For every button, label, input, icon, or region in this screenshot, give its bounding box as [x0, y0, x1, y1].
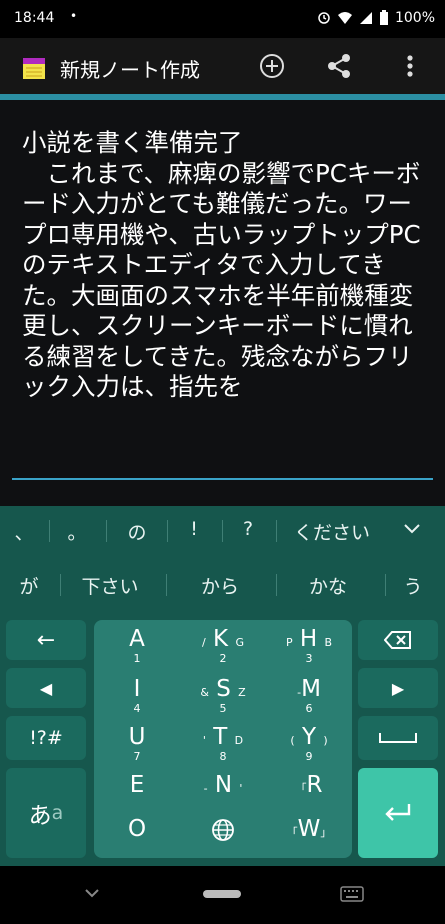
space-key[interactable]: [358, 716, 438, 760]
suggestion[interactable]: !: [184, 518, 204, 540]
notification-dot: •: [70, 9, 78, 23]
key-o[interactable]: O: [94, 816, 180, 856]
keyboard-icon[interactable]: [340, 886, 364, 902]
note-icon: [23, 58, 45, 79]
cursor-left-key[interactable]: ◀: [6, 668, 86, 708]
status-bar: 18:44 • 100%: [0, 0, 445, 38]
home-pill[interactable]: [203, 890, 241, 898]
wifi-icon: [337, 12, 352, 24]
suggestion[interactable]: から: [180, 572, 260, 599]
suggestion[interactable]: 。: [66, 518, 88, 545]
suggestion-row-2: が 下さい から かな う: [0, 560, 445, 608]
suggestion[interactable]: 、: [14, 518, 34, 545]
key-e[interactable]: E: [94, 772, 180, 812]
mode-main-label: あ: [28, 803, 52, 829]
editor-underline: [12, 478, 433, 480]
suggestion[interactable]: う: [396, 572, 430, 599]
key-k[interactable]: / K G 2: [180, 626, 266, 676]
chevron-down-icon[interactable]: [84, 888, 100, 900]
share-icon[interactable]: [325, 52, 353, 80]
enter-icon: [385, 804, 411, 821]
backspace-arrow-key[interactable]: ←: [6, 620, 86, 660]
enter-key[interactable]: [358, 768, 438, 858]
mode-sub-label: a: [51, 802, 64, 824]
page-title: 新規ノート作成: [60, 58, 200, 82]
key-m[interactable]: -M 6: [266, 676, 352, 722]
note-editor[interactable]: 小説を書く準備完了 これまで、麻痺の影響でPCキーボード入力がとても難儀だった。…: [0, 100, 445, 506]
note-text[interactable]: 小説を書く準備完了 これまで、麻痺の影響でPCキーボード入力がとても難儀だった。…: [22, 128, 422, 403]
delete-icon: [384, 631, 411, 649]
cursor-right-key[interactable]: ▶: [358, 668, 438, 708]
space-icon: [379, 733, 417, 743]
key-i[interactable]: I4: [94, 676, 180, 722]
suggestion[interactable]: ください: [282, 518, 382, 545]
suggestion[interactable]: ?: [238, 518, 258, 540]
chevron-down-icon[interactable]: [402, 522, 422, 536]
battery-icon: [379, 10, 388, 25]
delete-key[interactable]: [358, 620, 438, 660]
status-time: 18:44: [14, 10, 55, 26]
add-circle-icon[interactable]: [258, 52, 286, 80]
suggestion[interactable]: の: [122, 518, 152, 545]
globe-key[interactable]: [180, 818, 266, 858]
symbols-key[interactable]: !?#: [6, 716, 86, 760]
key-a[interactable]: A1: [94, 626, 180, 676]
key-u[interactable]: U7: [94, 724, 180, 770]
key-n[interactable]: - N ': [180, 772, 266, 812]
more-vert-icon[interactable]: [396, 52, 424, 80]
key-h[interactable]: P H B 3: [266, 626, 352, 676]
input-mode-key[interactable]: あ a: [6, 768, 86, 858]
suggestion-row-1: 、 。 の ! ? ください: [0, 506, 445, 554]
battery-percent: 100%: [394, 10, 435, 26]
navigation-bar: [0, 866, 445, 924]
signal-icon: [359, 12, 372, 24]
suggestion[interactable]: 下さい: [70, 572, 150, 599]
key-t[interactable]: ' T D 8: [180, 724, 266, 770]
suggestion[interactable]: かな: [288, 572, 368, 599]
alarm-icon: [318, 12, 330, 24]
key-r[interactable]: 「R: [266, 772, 352, 812]
globe-icon: [212, 819, 234, 841]
key-w[interactable]: 「W」: [266, 816, 352, 856]
key-s[interactable]: & S Z 5: [180, 676, 266, 722]
key-y[interactable]: ( Y ) 9: [266, 724, 352, 770]
app-bar: 新規ノート作成: [0, 38, 445, 94]
suggestion[interactable]: が: [14, 572, 44, 599]
